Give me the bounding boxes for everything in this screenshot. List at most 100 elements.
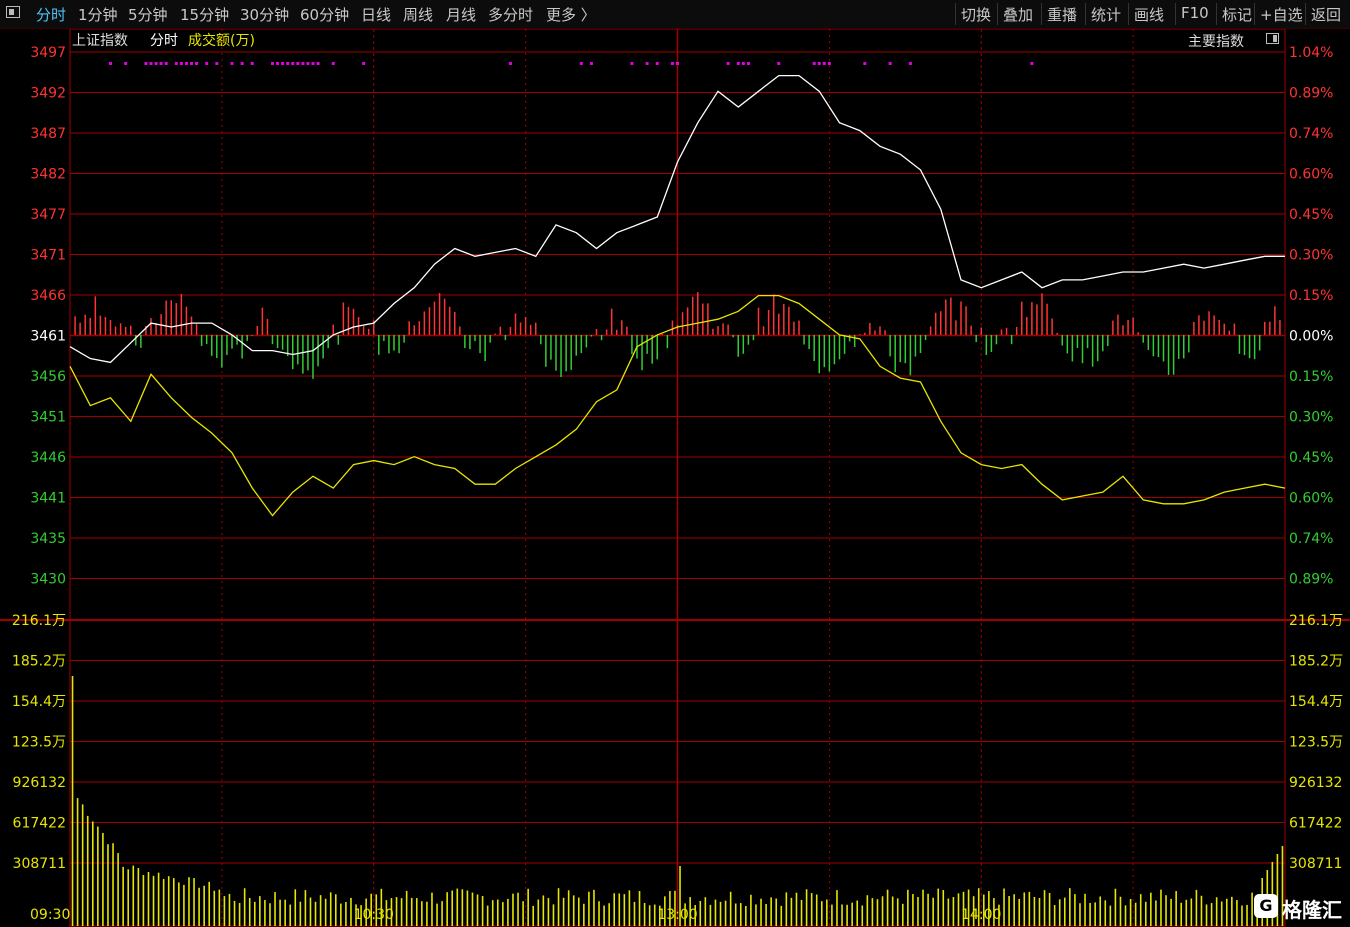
toolbar-separator bbox=[1085, 3, 1086, 25]
signal-marker bbox=[888, 62, 892, 65]
signal-marker bbox=[741, 62, 745, 65]
toolbar-separator bbox=[1128, 3, 1129, 25]
signal-marker bbox=[124, 62, 128, 65]
signal-marker bbox=[331, 62, 335, 65]
price-tick-label: 3430 bbox=[30, 572, 66, 588]
signal-marker bbox=[645, 62, 649, 65]
volume-tick-label-right: 308711 bbox=[1289, 856, 1342, 872]
period-toolbar: 分时 1分钟 5分钟 15分钟 30分钟 60分钟 日线 周线 月线 多分时 更多 〉 切换 叠加 重播… bbox=[0, 0, 1350, 29]
period-tab-8[interactable]: 月线 bbox=[446, 4, 476, 25]
signal-marker bbox=[250, 62, 254, 65]
signal-marker bbox=[164, 62, 168, 65]
period-tab-7[interactable]: 周线 bbox=[403, 4, 433, 25]
volume-tick-label-right: 617422 bbox=[1289, 816, 1342, 832]
pct-tick-label: 0.89% bbox=[1289, 86, 1333, 102]
price-tick-label: 3435 bbox=[30, 531, 66, 547]
signal-marker bbox=[311, 62, 315, 65]
period-tab-9[interactable]: 多分时 bbox=[488, 4, 533, 25]
window-toggle-icon[interactable] bbox=[6, 6, 20, 18]
toolbar-button-0[interactable]: 切换 bbox=[961, 4, 991, 25]
pct-tick-label: 0.15% bbox=[1289, 288, 1333, 304]
signal-marker bbox=[508, 62, 512, 65]
volume-tick-label: 926132 bbox=[13, 775, 66, 791]
pct-tick-label: 0.15% bbox=[1289, 369, 1333, 385]
time-tick-label: 14:00 bbox=[961, 907, 1001, 923]
signal-marker bbox=[109, 62, 112, 65]
pct-tick-label: 0.30% bbox=[1289, 248, 1333, 264]
signal-marker bbox=[589, 62, 593, 65]
price-tick-label: 3492 bbox=[30, 86, 66, 102]
pct-tick-label: 0.45% bbox=[1289, 450, 1333, 466]
signal-marker bbox=[195, 62, 199, 65]
toolbar-button-4[interactable]: 画线 bbox=[1134, 4, 1164, 25]
period-tab-1[interactable]: 1分钟 bbox=[78, 4, 118, 25]
signal-marker bbox=[154, 62, 158, 65]
pct-tick-label: 0.89% bbox=[1289, 572, 1333, 588]
price-tick-label: 3441 bbox=[30, 491, 66, 507]
toolbar-button-3[interactable]: 统计 bbox=[1091, 4, 1121, 25]
volume-tick-label: 154.4万 bbox=[12, 694, 66, 710]
period-tab-3[interactable]: 15分钟 bbox=[180, 4, 229, 25]
signal-marker bbox=[777, 62, 781, 65]
toolbar-separator bbox=[1305, 3, 1306, 25]
toolbar-button-5[interactable]: F10 bbox=[1181, 4, 1209, 22]
signal-marker bbox=[822, 62, 826, 65]
signal-marker bbox=[670, 62, 674, 65]
toolbar-separator bbox=[955, 3, 956, 25]
price-tick-label: 3446 bbox=[30, 450, 66, 466]
pct-tick-label: 0.30% bbox=[1289, 410, 1333, 426]
period-tab-0[interactable]: 分时 bbox=[36, 4, 66, 25]
toolbar-separator bbox=[1216, 3, 1217, 25]
price-tick-label: 3482 bbox=[30, 167, 66, 183]
price-tick-label: 3466 bbox=[30, 288, 66, 304]
signal-marker bbox=[746, 62, 750, 65]
pct-tick-label: 0.60% bbox=[1289, 167, 1333, 183]
volume-tick-label-right: 123.5万 bbox=[1289, 735, 1343, 751]
period-tab-2[interactable]: 5分钟 bbox=[128, 4, 168, 25]
volume-tick-label-right: 154.4万 bbox=[1289, 694, 1343, 710]
signal-marker bbox=[301, 62, 305, 65]
toolbar-separator bbox=[1041, 3, 1042, 25]
signal-marker bbox=[291, 62, 295, 65]
period-tab-4[interactable]: 30分钟 bbox=[240, 4, 289, 25]
signal-marker bbox=[863, 62, 867, 65]
price-tick-label: 3471 bbox=[30, 248, 66, 264]
toolbar-button-1[interactable]: 叠加 bbox=[1003, 4, 1033, 25]
pct-tick-label: 0.74% bbox=[1289, 126, 1333, 142]
volume-tick-label: 617422 bbox=[13, 816, 66, 832]
signal-marker bbox=[179, 62, 183, 65]
signal-marker bbox=[286, 62, 290, 65]
signal-marker bbox=[281, 62, 285, 65]
signal-marker bbox=[306, 62, 310, 65]
toolbar-button-2[interactable]: 重播 bbox=[1047, 4, 1077, 25]
volume-tick-label: 216.1万 bbox=[12, 613, 66, 629]
toolbar-button-8[interactable]: 返回 bbox=[1311, 4, 1341, 25]
pct-tick-label: 0.60% bbox=[1289, 491, 1333, 507]
signal-marker bbox=[908, 62, 912, 65]
pct-tick-label: 0.00% bbox=[1289, 329, 1333, 345]
toolbar-button-6[interactable]: 标记 bbox=[1222, 4, 1252, 25]
toolbar-separator bbox=[1254, 3, 1255, 25]
signal-marker bbox=[276, 62, 280, 65]
signal-marker bbox=[296, 62, 300, 65]
signal-marker bbox=[817, 62, 821, 65]
toolbar-button-7[interactable]: +自选 bbox=[1260, 4, 1303, 25]
signal-marker bbox=[271, 62, 274, 65]
price-tick-label: 3477 bbox=[30, 207, 66, 223]
price-tick-label: 3451 bbox=[30, 410, 66, 426]
toolbar-separator bbox=[1175, 3, 1176, 25]
volume-tick-label-right: 185.2万 bbox=[1289, 654, 1343, 670]
period-tab-5[interactable]: 60分钟 bbox=[300, 4, 349, 25]
toolbar-separator bbox=[997, 3, 998, 25]
signal-marker bbox=[184, 62, 188, 65]
signal-marker bbox=[159, 62, 163, 65]
period-tab-10[interactable]: 更多 〉 bbox=[546, 4, 596, 25]
watermark-logo: G 格隆汇 bbox=[1254, 892, 1344, 922]
signal-marker bbox=[316, 62, 320, 65]
signal-marker bbox=[215, 62, 219, 65]
period-tab-6[interactable]: 日线 bbox=[361, 4, 391, 25]
pct-tick-label: 0.45% bbox=[1289, 207, 1333, 223]
price-tick-label: 3461 bbox=[30, 329, 66, 345]
time-tick-label: 10:30 bbox=[354, 907, 394, 923]
volume-tick-label: 308711 bbox=[13, 856, 66, 872]
